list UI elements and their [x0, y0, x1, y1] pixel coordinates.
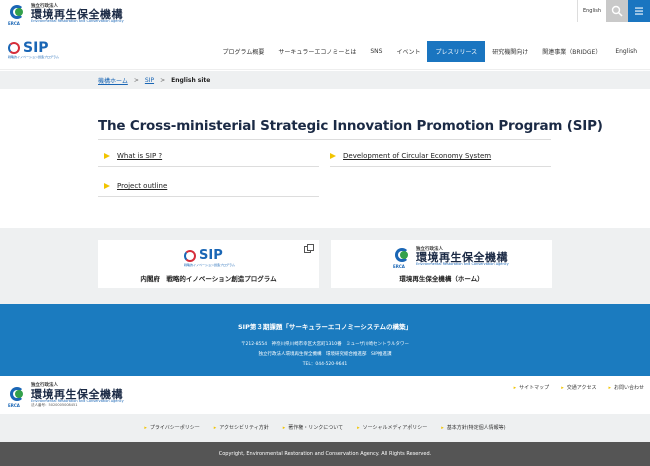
sip-banner-subtitle: 戦略的イノベーション創造プログラム [184, 263, 235, 267]
policy-link-copyright[interactable]: 著作権・リンクについて [283, 424, 343, 431]
link-divider [98, 166, 319, 167]
erca-mark-icon: ERCA [8, 386, 28, 408]
policy-link-accessibility[interactable]: アクセシビリティ方針 [214, 424, 268, 431]
footer-link-contact[interactable]: お問い合わせ [608, 384, 644, 391]
breadcrumb-bar: 機構ホーム > SIP > English site [0, 71, 650, 89]
contact-title: SIP第３期課題「サーキュラーエコノミーシステムの構築」 [237, 323, 413, 331]
link-divider [98, 196, 319, 197]
search-icon [611, 5, 623, 17]
banner-card-sip[interactable]: SIP 戦略的イノベーション創造プログラム 内閣府 戦略的イノベーション創造プロ… [98, 240, 319, 288]
hamburger-menu-icon [635, 7, 643, 15]
site-footer: ERCA 独立行政法人 環境再生保全機構 Environmental Resto… [0, 376, 650, 414]
sip-swirl-icon [8, 42, 20, 54]
title-divider [98, 139, 551, 140]
global-nav: プログラム概要 サーキュラーエコノミーとは SNS イベント プレスリリース 研… [216, 41, 644, 62]
corporate-number: 法人番号：5020005008451 [31, 403, 78, 407]
top-bar: ERCA 独立行政法人 環境再生保全機構 Environmental Resto… [0, 0, 650, 26]
triangle-bullet-icon [104, 183, 110, 189]
policy-bar: プライバシーポリシー アクセシビリティ方針 著作権・リンクについて ソーシャルメ… [0, 414, 650, 442]
nav-item-bridge[interactable]: 関連事業（BRIDGE） [535, 42, 608, 61]
footer-link-access[interactable]: 交通アクセス [561, 384, 597, 391]
erca-banner-logo: ERCA 独立行政法人 環境再生保全機構 Environmental Resto… [393, 246, 509, 269]
breadcrumb-home-link[interactable]: 機構ホーム [98, 76, 128, 85]
sip-logo[interactable]: SIP 戦略的イノベーション創造プログラム [8, 40, 59, 59]
nav-item-events[interactable]: イベント [389, 42, 427, 61]
contact-address: 〒212-8554 神奈川県川崎市幸区大宮町1310番 ミューザ川崎セントラルタ… [240, 342, 410, 347]
link-divider [330, 166, 551, 167]
footer-links: サイトマップ 交通アクセス お問い合わせ [514, 384, 644, 391]
nav-item-press-release[interactable]: プレスリリース [427, 41, 486, 62]
site-header: SIP 戦略的イノベーション創造プログラム プログラム概要 サーキュラーエコノミ… [0, 30, 650, 70]
org-name-en: Environmental Restoration and Conservati… [31, 19, 124, 23]
contact-department: 独立行政法人環境再生保全機構 環境研究総合推進部 SIP推進課 [258, 352, 392, 357]
policy-links: プライバシーポリシー アクセシビリティ方針 著作権・リンクについて ソーシャルメ… [0, 424, 650, 431]
nav-item-program-overview[interactable]: プログラム概要 [216, 42, 272, 61]
sip-word: SIP [23, 40, 49, 56]
contact-tel: TEL：044-520-9641 [302, 362, 348, 367]
search-button[interactable] [606, 0, 628, 22]
nav-item-research-institutions[interactable]: 研究機関向け [485, 42, 535, 61]
footer-link-sitemap[interactable]: サイトマップ [514, 384, 549, 391]
breadcrumb-separator: > [160, 77, 166, 84]
erca-mark-icon: ERCA [8, 4, 28, 26]
policy-link-personal-info[interactable]: 基本方針(特定個人情報等) [441, 424, 506, 431]
banner-card-erca[interactable]: ERCA 独立行政法人 環境再生保全機構 Environmental Resto… [331, 240, 552, 288]
link-what-is-sip[interactable]: What is SIP ? [104, 149, 162, 163]
banner-card-label: 内閣府 戦略的イノベーション創造プログラム [140, 275, 277, 283]
english-button[interactable]: English [577, 0, 606, 22]
breadcrumb: 機構ホーム > SIP > English site [98, 76, 210, 85]
sip-swirl-icon [184, 249, 196, 262]
erca-logo[interactable]: ERCA 独立行政法人 環境再生保全機構 Environmental Resto… [8, 4, 124, 26]
breadcrumb-separator: > [133, 77, 139, 84]
erca-mark-icon: ERCA [393, 247, 413, 269]
sip-banner-word: SIP [199, 248, 223, 263]
link-project-outline[interactable]: Project outline [104, 179, 167, 193]
contact-band: SIP第３期課題「サーキュラーエコノミーシステムの構築」 〒212-8554 神… [0, 304, 650, 376]
breadcrumb-sip-link[interactable]: SIP [145, 77, 154, 84]
link-development-circular-economy[interactable]: Development of Circular Economy System [330, 149, 491, 163]
nav-item-circular-economy[interactable]: サーキュラーエコノミーとは [271, 42, 363, 61]
sip-banner-logo: SIP [184, 248, 223, 263]
menu-button[interactable] [628, 0, 650, 22]
nav-item-english[interactable]: English [608, 43, 644, 60]
policy-link-social-media[interactable]: ソーシャルメディアポリシー [357, 424, 428, 431]
breadcrumb-current: English site [171, 77, 211, 84]
triangle-bullet-icon [104, 153, 110, 159]
copyright: Copyright, Environmental Restoration and… [0, 442, 650, 466]
triangle-bullet-icon [330, 153, 336, 159]
banner-card-label: 環境再生保全機構（ホーム） [399, 275, 484, 283]
footer-erca-logo[interactable]: ERCA 独立行政法人 環境再生保全機構 Environmental Resto… [8, 383, 124, 408]
external-link-icon [304, 244, 314, 253]
sip-subtitle: 戦略的イノベーション創造プログラム [8, 55, 59, 59]
nav-item-sns[interactable]: SNS [363, 43, 389, 60]
page-title: The Cross-ministerial Strategic Innovati… [98, 118, 603, 134]
policy-link-privacy[interactable]: プライバシーポリシー [144, 424, 200, 431]
